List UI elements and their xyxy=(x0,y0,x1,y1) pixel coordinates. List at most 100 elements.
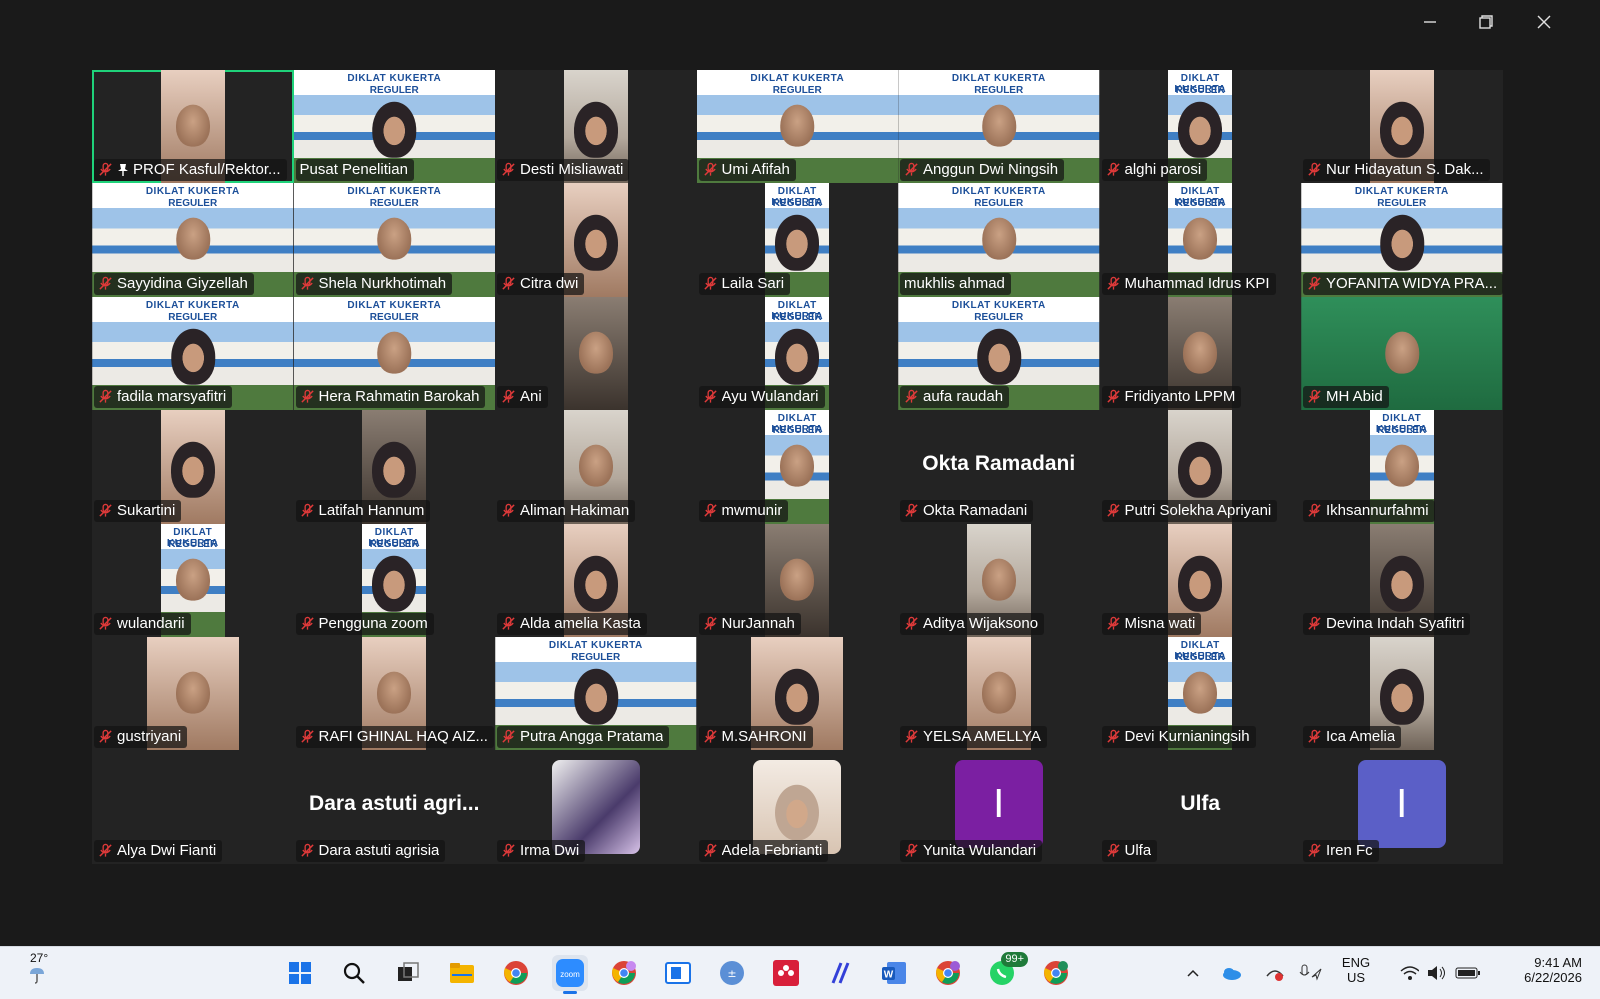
participant-tile[interactable]: YOFANITA WIDYA PRA... xyxy=(1301,183,1503,297)
participant-face xyxy=(981,104,1016,147)
mendeley-button[interactable] xyxy=(768,955,804,991)
participant-name-label: RAFI GHINAL HAQ AIZ... xyxy=(295,726,494,749)
participant-tile[interactable]: Laila Sari xyxy=(696,183,898,297)
participant-tile[interactable]: Alya Dwi Fianti xyxy=(92,750,294,864)
participant-tile[interactable]: Fridiyanto LPPM xyxy=(1099,296,1301,411)
participant-tile[interactable]: Sukartini xyxy=(92,410,294,524)
participant-name-label: Adela Febrianti xyxy=(698,839,829,862)
participant-tile[interactable]: MH Abid xyxy=(1301,296,1503,411)
mic-muted-icon xyxy=(905,730,918,743)
participant-name: Iren Fc xyxy=(1326,841,1373,859)
chrome-button[interactable] xyxy=(498,955,534,991)
mic-location-icon[interactable] xyxy=(1296,955,1326,991)
pen-app-button[interactable] xyxy=(822,955,858,991)
participant-tile[interactable]: Ani xyxy=(495,296,697,411)
participant-tile[interactable]: Nur Hidayatun S. Dak... xyxy=(1301,70,1503,184)
mic-muted-icon xyxy=(905,843,918,857)
chrome-profile-button[interactable] xyxy=(606,955,642,991)
minimize-button[interactable] xyxy=(1410,8,1450,36)
display-name-text: Okta Ramadani xyxy=(922,452,1076,476)
participant-tile[interactable]: Latifah Hannum xyxy=(293,410,495,524)
participant-tile[interactable]: I Iren Fc xyxy=(1301,750,1503,864)
participant-tile[interactable]: Anggun Dwi Ningsih xyxy=(898,70,1100,184)
participant-tile[interactable]: Alda amelia Kasta xyxy=(495,523,697,637)
input-language[interactable]: ENG US xyxy=(1336,955,1376,985)
participant-tile[interactable]: Dara astuti agri... Dara astuti agrisia xyxy=(293,750,495,864)
participant-tile[interactable]: RAFI GHINAL HAQ AIZ... xyxy=(293,636,495,751)
participant-tile[interactable]: mukhlis ahmad xyxy=(898,183,1100,297)
participant-name: gustriyani xyxy=(117,728,182,746)
svg-text:W: W xyxy=(884,970,894,981)
whatsapp-button[interactable]: 99+ xyxy=(984,952,1028,991)
vpn-status-icon[interactable] xyxy=(1262,955,1288,991)
file-explorer-button[interactable] xyxy=(444,955,480,991)
participant-tile[interactable]: mwmunir xyxy=(696,410,898,524)
svg-text:zoom: zoom xyxy=(560,970,580,979)
restore-button[interactable] xyxy=(1466,8,1506,36)
participant-tile[interactable]: I Yunita Wulandari xyxy=(898,750,1100,864)
network-volume-battery[interactable] xyxy=(1400,955,1480,991)
search-button[interactable] xyxy=(336,955,372,991)
participant-tile[interactable]: alghi parosi xyxy=(1099,70,1301,184)
participant-face xyxy=(775,668,820,725)
participant-face xyxy=(1384,444,1419,487)
participant-tile[interactable]: fadila marsyafitri xyxy=(92,296,294,411)
participant-tile[interactable]: Muhammad Idrus KPI xyxy=(1099,183,1301,297)
participant-tile[interactable]: Pengguna zoom xyxy=(293,523,495,637)
participant-tile[interactable]: Okta Ramadani Okta Ramadani xyxy=(898,410,1100,524)
close-button[interactable] xyxy=(1524,8,1564,36)
participant-tile[interactable]: Devina Indah Syafitri xyxy=(1301,523,1503,637)
participant-tile[interactable]: Ica Amelia xyxy=(1301,636,1503,751)
clock[interactable]: 9:41 AM 6/22/2026 xyxy=(1496,955,1582,985)
weather-widget[interactable]: 27° xyxy=(12,951,62,991)
participant-tile[interactable]: Putri Solekha Apriyani xyxy=(1099,410,1301,524)
participant-tile[interactable]: Putra Angga Pratama xyxy=(495,636,697,751)
chrome-profile-p2-button[interactable] xyxy=(1038,955,1074,991)
participant-tile[interactable]: Umi Afifah xyxy=(696,70,898,184)
participant-face xyxy=(780,558,815,601)
windows-start-button[interactable] xyxy=(282,955,318,991)
participant-tile[interactable]: Devi Kurnianingsih xyxy=(1099,636,1301,751)
participant-tile[interactable]: Hera Rahmatin Barokah xyxy=(293,296,495,411)
participant-tile[interactable]: wulandarii xyxy=(92,523,294,637)
chrome-profile-p-button[interactable] xyxy=(930,955,966,991)
participant-tile[interactable]: Irma Dwi xyxy=(495,750,697,864)
word-button[interactable]: W xyxy=(876,955,912,991)
participant-tile[interactable]: M.SAHRONI xyxy=(696,636,898,751)
participant-face xyxy=(372,101,417,158)
participant-tile[interactable]: gustriyani xyxy=(92,636,294,751)
participant-name: Pusat Penelitian xyxy=(299,161,408,179)
participant-face xyxy=(1379,668,1424,725)
mic-muted-icon xyxy=(1106,503,1120,517)
participant-tile[interactable]: Ikhsannurfahmi xyxy=(1301,410,1503,524)
participant-tile[interactable]: NurJannah xyxy=(696,523,898,637)
participant-tile[interactable]: Ulfa Ulfa xyxy=(1099,750,1301,864)
whiteboard-button[interactable] xyxy=(660,955,696,991)
participant-tile[interactable]: Aditya Wijaksono xyxy=(898,523,1100,637)
participant-tile[interactable]: Sayyidina Giyzellah xyxy=(92,183,294,297)
mendeley-icon xyxy=(773,960,799,986)
participant-tile[interactable]: Misna wati xyxy=(1099,523,1301,637)
participant-tile[interactable]: YELSA AMELLYA xyxy=(898,636,1100,751)
participant-tile[interactable]: Ayu Wulandari xyxy=(696,296,898,411)
onedrive-icon[interactable] xyxy=(1218,955,1244,991)
participant-tile[interactable]: Desti Misliawati xyxy=(495,70,697,184)
participant-name: Adela Febrianti xyxy=(721,841,823,859)
mic-muted-icon xyxy=(905,389,918,403)
show-hidden-icons-button[interactable] xyxy=(1180,955,1206,991)
participant-tile[interactable]: PROF Kasful/Rektor... xyxy=(92,70,294,184)
participant-tile[interactable]: Aliman Hakiman xyxy=(495,410,697,524)
participant-face xyxy=(573,555,618,612)
chrome-icon xyxy=(503,960,529,986)
participant-tile[interactable]: Shela Nurkhotimah xyxy=(293,183,495,297)
participant-tile[interactable]: aufa raudah xyxy=(898,296,1100,411)
participant-name: Okta Ramadani xyxy=(923,501,1028,519)
participant-name-label: gustriyani xyxy=(94,726,188,749)
participant-tile[interactable]: Pusat Penelitian xyxy=(293,70,495,184)
calculator-button[interactable]: ± xyxy=(714,955,750,991)
participant-tile[interactable]: Citra dwi xyxy=(495,183,697,297)
zoom-button[interactable]: zoom xyxy=(552,955,588,994)
participant-tile[interactable]: Adela Febrianti xyxy=(696,750,898,864)
task-view-button[interactable] xyxy=(390,955,426,991)
participant-name-label: Sukartini xyxy=(94,499,182,522)
